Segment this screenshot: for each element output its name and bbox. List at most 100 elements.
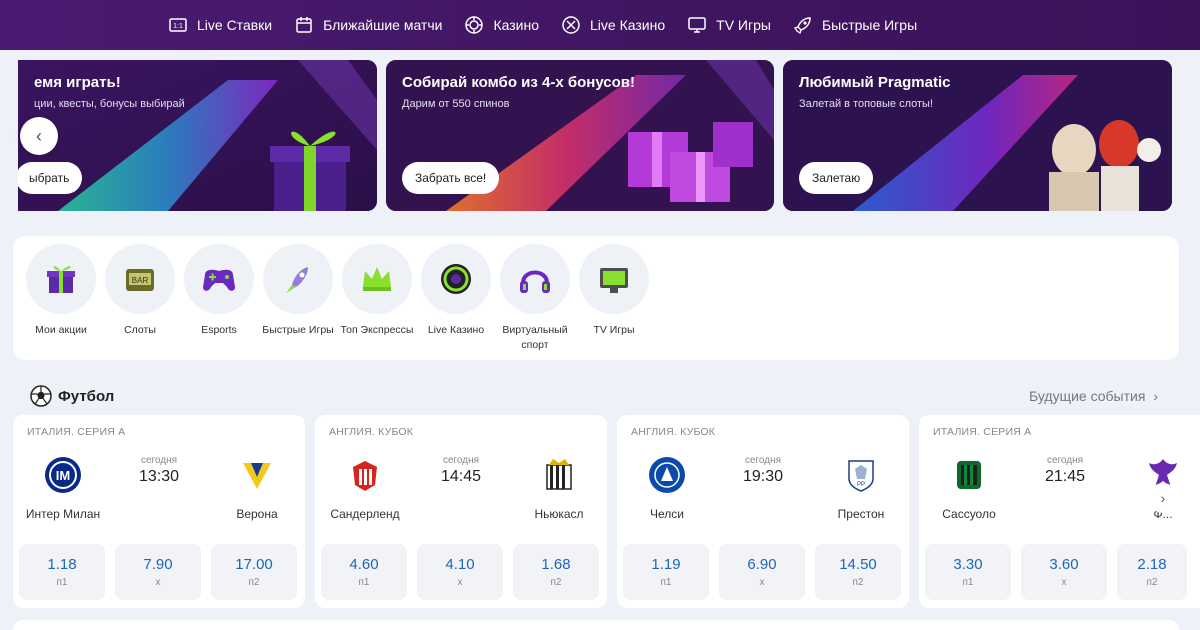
match-time: сегодня 14:45 xyxy=(411,455,511,486)
promo-banner-2[interactable]: Собирай комбо из 4-х бонусов! Дарим от 5… xyxy=(386,60,774,211)
category-circle xyxy=(26,244,96,314)
odd-home-button[interactable]: 1.18 п1 xyxy=(19,544,105,600)
banner-1-subtitle: ции, квесты, бонусы выбирай xyxy=(34,98,185,110)
gift-icon xyxy=(47,266,75,293)
nav-upcoming[interactable]: Ближайшие матчи xyxy=(294,15,442,35)
sassuolo-logo-icon xyxy=(957,461,981,489)
football-section-title: Футбол xyxy=(30,385,114,407)
nav-upcoming-label: Ближайшие матчи xyxy=(323,17,443,33)
banner-2-button[interactable]: Забрать все! xyxy=(402,162,500,194)
section-title-text: Футбол xyxy=(58,387,115,405)
category-circle: BAR xyxy=(105,244,175,314)
category-label: Live Казино xyxy=(427,324,485,336)
pragmatic-characters-image xyxy=(1049,120,1161,211)
carousel-prev-button[interactable]: ‹ xyxy=(20,117,58,155)
category-live-casino[interactable]: Live Казино xyxy=(416,244,496,338)
odd-home-button[interactable]: 4.60 п1 xyxy=(321,544,407,600)
svg-text:IM: IM xyxy=(56,468,70,483)
live-casino-icon xyxy=(441,264,471,294)
inter-milan-logo-icon: IM xyxy=(45,457,81,493)
odds-row: 3.30 п1 3.60 х 2.18 п2 xyxy=(925,544,1187,600)
banner-3-button[interactable]: Залетаю xyxy=(799,162,874,194)
odd-label: х xyxy=(457,577,463,588)
nav-live-casino-label: Live Казино xyxy=(590,17,666,33)
banner-1-title: емя играть! xyxy=(34,74,121,91)
home-team-name: Челси xyxy=(650,507,684,521)
odd-away-button[interactable]: 17.00 п2 xyxy=(211,544,297,600)
category-slots[interactable]: BAR Слоты xyxy=(100,244,180,338)
nav-fast-games-label: Быстрые Игры xyxy=(821,17,918,33)
odd-label: х xyxy=(155,577,161,588)
top-nav: 1:1 Live Ставки Ближайшие матчи Казино L… xyxy=(0,0,1200,50)
match-day: сегодня xyxy=(1046,455,1084,466)
rocket-icon xyxy=(286,267,308,293)
home-team-name: Сандерленд xyxy=(330,507,400,521)
league-name: ИТАЛИЯ. СЕРИЯ А xyxy=(27,426,126,438)
nav-live-bets-label: Live Ставки xyxy=(197,17,273,33)
match-card[interactable]: АНГЛИЯ. КУБОК Челси сегодня 19:30 PP Пре… xyxy=(617,415,909,608)
home-team: Челси xyxy=(627,455,707,522)
odds-row: 1.19 п1 6.90 х 14.50 п2 xyxy=(623,544,901,600)
category-label: Виртуальный спорт xyxy=(502,324,568,351)
odd-away-button[interactable]: 1.68 п2 xyxy=(513,544,599,600)
banner-2-title: Собирай комбо из 4-х бонусов! xyxy=(402,74,636,91)
matches-next-button[interactable]: › xyxy=(1148,483,1178,513)
home-team: Сандерленд xyxy=(325,455,405,522)
odd-label: п2 xyxy=(248,577,260,588)
match-card[interactable]: АНГЛИЯ. КУБОК Сандерленд сегодня 14:45 Н… xyxy=(315,415,607,608)
nav-live-bets[interactable]: 1:1 Live Ставки xyxy=(168,15,272,35)
live-casino-icon xyxy=(561,15,581,35)
category-fast-games[interactable]: Быстрые Игры xyxy=(258,244,338,338)
category-virtual-sport[interactable]: Виртуальный спорт xyxy=(495,244,575,353)
promo-banner-3[interactable]: Любимый Pragmatic Залетай в топовые слот… xyxy=(783,60,1172,211)
gamepad-icon xyxy=(203,269,235,291)
odd-value: 7.90 xyxy=(143,556,173,573)
banner-3-title: Любимый Pragmatic xyxy=(799,74,951,91)
match-day: сегодня xyxy=(744,455,782,466)
headphones-icon xyxy=(520,270,550,293)
nav-live-casino[interactable]: Live Казино xyxy=(561,15,665,35)
odd-label: п1 xyxy=(358,577,370,588)
live-bets-icon: 1:1 xyxy=(168,15,188,35)
away-team: PP Престон xyxy=(821,455,901,522)
banner-1-button[interactable]: ыбрать xyxy=(18,162,83,194)
future-events-link[interactable]: Будущие события › xyxy=(1029,388,1158,404)
odd-label: х xyxy=(1061,577,1067,588)
away-team-name: Ньюкасл xyxy=(534,507,584,521)
sunderland-logo-icon xyxy=(353,461,377,491)
odd-value: 17.00 xyxy=(235,556,273,573)
away-team-name: Престон xyxy=(837,507,885,521)
banner-3-subtitle: Залетай в топовые слоты! xyxy=(799,98,934,110)
crown-icon xyxy=(363,267,391,291)
league-name: АНГЛИЯ. КУБОК xyxy=(631,426,716,438)
odd-home-button[interactable]: 3.30 п1 xyxy=(925,544,1011,600)
odd-label: п1 xyxy=(56,577,68,588)
match-clock: 14:45 xyxy=(440,468,482,485)
odd-away-button[interactable]: 14.50 п2 xyxy=(815,544,901,600)
match-card[interactable]: ИТАЛИЯ. СЕРИЯ А IM Интер Милан сегодня 1… xyxy=(13,415,305,608)
nav-fast-games[interactable]: Быстрые Игры xyxy=(793,15,917,35)
newcastle-logo-icon xyxy=(546,459,572,490)
chevron-left-icon: ‹ xyxy=(36,125,42,146)
odd-away-button[interactable]: 2.18 п2 xyxy=(1117,544,1187,600)
nav-tv-games[interactable]: TV Игры xyxy=(687,15,771,35)
promo-banner-1[interactable]: емя играть! ции, квесты, бонусы выбирай … xyxy=(18,60,377,211)
match-time: сегодня 21:45 xyxy=(1015,455,1115,486)
category-my-promos[interactable]: Мои акции xyxy=(21,244,101,338)
odd-value: 1.68 xyxy=(541,556,571,573)
category-top-express[interactable]: Топ Экспрессы xyxy=(337,244,417,338)
svg-text:PP: PP xyxy=(857,482,865,488)
league-name: ИТАЛИЯ. СЕРИЯ А xyxy=(933,426,1032,438)
odd-draw-button[interactable]: 7.90 х xyxy=(115,544,201,600)
odd-draw-button[interactable]: 3.60 х xyxy=(1021,544,1107,600)
odd-value: 4.10 xyxy=(445,556,475,573)
category-esports[interactable]: Esports xyxy=(179,244,259,338)
match-clock: 19:30 xyxy=(742,468,784,485)
odd-home-button[interactable]: 1.19 п1 xyxy=(623,544,709,600)
category-tv-games[interactable]: TV Игры xyxy=(574,244,654,338)
odd-draw-button[interactable]: 6.90 х xyxy=(719,544,805,600)
odd-draw-button[interactable]: 4.10 х xyxy=(417,544,503,600)
nav-casino[interactable]: Казино xyxy=(464,15,539,35)
odd-value: 14.50 xyxy=(839,556,877,573)
category-label: Слоты xyxy=(124,324,156,336)
